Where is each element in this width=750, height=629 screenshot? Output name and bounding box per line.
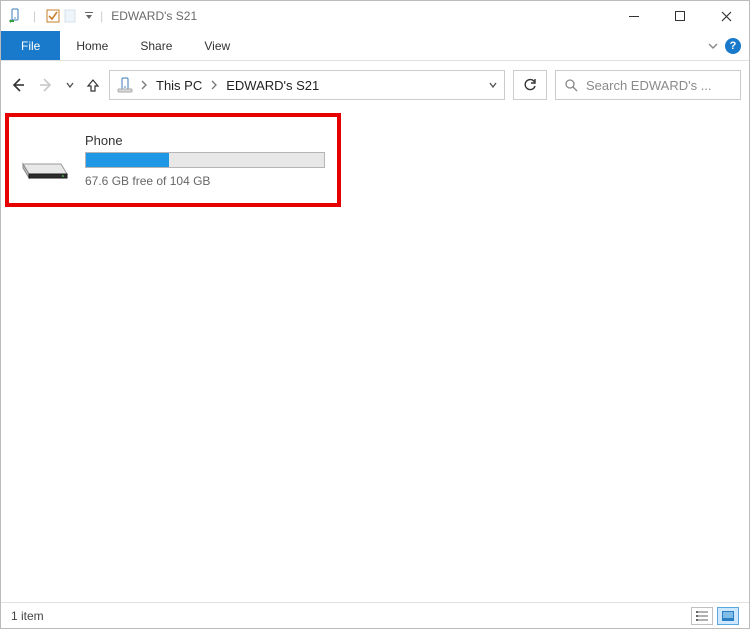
tiles-view-button[interactable]: [717, 607, 739, 625]
help-button[interactable]: ?: [725, 38, 741, 54]
highlighted-drive-item[interactable]: Phone 67.6 GB free of 104 GB: [5, 113, 341, 207]
storage-fill: [86, 153, 169, 167]
ribbon-tabs: File Home Share View ?: [1, 31, 749, 61]
window-title: EDWARD's S21: [111, 9, 197, 23]
location-phone-icon: [116, 76, 134, 94]
back-button[interactable]: [9, 76, 27, 94]
chevron-right-icon[interactable]: [210, 80, 218, 90]
breadcrumb-current[interactable]: EDWARD's S21: [224, 78, 321, 93]
qat-dropdown-icon[interactable]: [84, 11, 94, 21]
details-view-button[interactable]: [691, 607, 713, 625]
recent-locations-dropdown[interactable]: [65, 80, 75, 90]
minimize-button[interactable]: [611, 1, 657, 31]
drive-name: Phone: [85, 133, 327, 148]
status-bar: 1 item: [1, 602, 749, 628]
navigation-bar: This PC EDWARD's S21: [1, 61, 749, 109]
storage-bar: [85, 152, 325, 168]
quick-access-toolbar: |: [7, 8, 94, 24]
forward-button[interactable]: [37, 76, 55, 94]
window-controls: [611, 1, 749, 31]
tab-share[interactable]: Share: [124, 31, 188, 60]
item-count: 1 item: [11, 609, 44, 623]
address-dropdown-icon[interactable]: [488, 80, 498, 90]
explorer-window: | | EDWARD's S21 File: [0, 0, 750, 629]
storage-text: 67.6 GB free of 104 GB: [85, 174, 327, 188]
close-button[interactable]: [703, 1, 749, 31]
up-button[interactable]: [85, 77, 101, 93]
phone-sync-icon: [7, 8, 23, 24]
checkbox-icon[interactable]: [46, 9, 60, 23]
tab-home[interactable]: Home: [60, 31, 124, 60]
document-icon[interactable]: [64, 9, 76, 23]
chevron-right-icon[interactable]: [140, 80, 148, 90]
drive-icon: [15, 130, 75, 190]
ribbon-expand-icon[interactable]: [707, 40, 719, 52]
nav-arrows: [9, 76, 101, 94]
search-box[interactable]: [555, 70, 741, 100]
title-bar: | | EDWARD's S21: [1, 1, 749, 31]
tab-view[interactable]: View: [188, 31, 246, 60]
search-icon: [564, 78, 578, 92]
refresh-button[interactable]: [513, 70, 547, 100]
content-area[interactable]: Phone 67.6 GB free of 104 GB: [1, 109, 749, 602]
divider: |: [33, 9, 36, 23]
breadcrumb-this-pc[interactable]: This PC: [154, 78, 204, 93]
divider: |: [100, 9, 103, 23]
tab-file[interactable]: File: [1, 31, 60, 60]
maximize-button[interactable]: [657, 1, 703, 31]
search-input[interactable]: [586, 78, 732, 93]
view-toggle: [691, 607, 739, 625]
drive-info: Phone 67.6 GB free of 104 GB: [85, 133, 327, 188]
address-bar[interactable]: This PC EDWARD's S21: [109, 70, 505, 100]
